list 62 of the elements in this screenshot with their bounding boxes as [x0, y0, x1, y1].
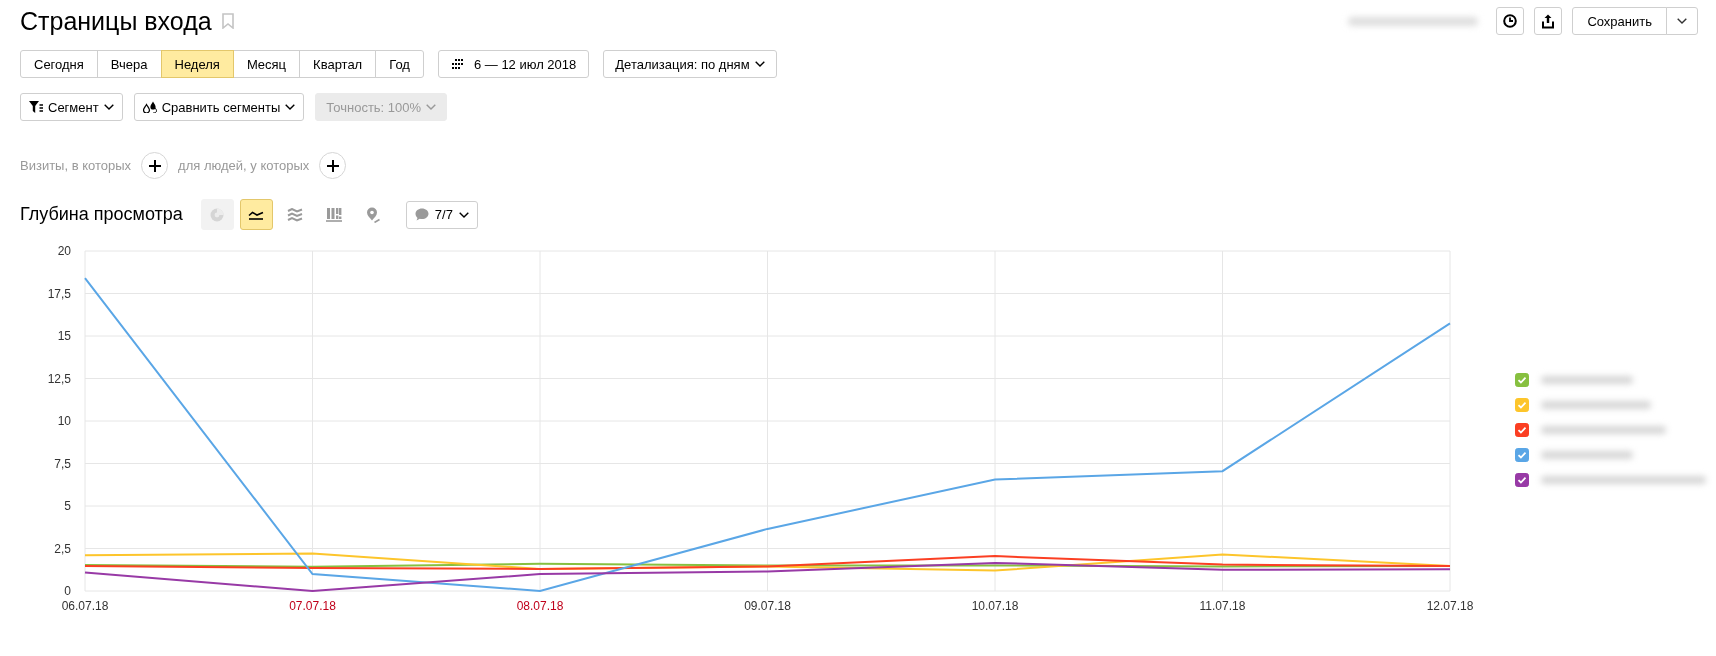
period-tab[interactable]: Год — [375, 50, 424, 78]
stacked-area-icon — [287, 207, 304, 222]
chevron-down-icon — [103, 104, 114, 110]
y-axis-label: 12,5 — [47, 371, 71, 386]
legend-checkbox[interactable] — [1515, 448, 1529, 462]
report-title: Глубина просмотра — [20, 204, 183, 225]
series-dropdown[interactable]: 7/7 — [405, 200, 478, 229]
period-tab[interactable]: Квартал — [299, 50, 377, 78]
legend-checkbox[interactable] — [1515, 473, 1529, 487]
y-axis-label: 15 — [57, 329, 71, 343]
period-tab[interactable]: Сегодня — [20, 50, 98, 78]
legend-checkbox[interactable] — [1515, 373, 1529, 387]
plus-icon — [148, 159, 161, 172]
save-menu-button[interactable] — [1666, 7, 1698, 35]
legend-checkbox[interactable] — [1515, 423, 1529, 437]
chevron-down-icon — [754, 61, 765, 67]
history-button[interactable] — [1496, 7, 1525, 35]
add-condition-button[interactable] — [141, 152, 169, 179]
period-tab[interactable]: Месяц — [232, 50, 301, 78]
chevron-down-icon — [426, 104, 437, 110]
chevron-down-icon — [1677, 18, 1687, 24]
x-axis-label: 06.07.18 — [61, 599, 109, 613]
share-button[interactable] — [1534, 7, 1563, 35]
x-axis-label: 11.07.18 — [1199, 599, 1246, 613]
compare-segments-button[interactable]: Сравнить сегменты — [133, 93, 305, 121]
y-axis-label: 5 — [64, 499, 71, 513]
y-axis-label: 2,5 — [54, 541, 71, 556]
y-axis-label: 20 — [57, 244, 71, 258]
speech-bubble-icon — [414, 208, 429, 221]
condition-label: Визиты, в которых — [20, 158, 132, 173]
bookmark-icon[interactable] — [221, 13, 234, 29]
detail-dropdown[interactable]: Детализация: по дням — [603, 50, 777, 78]
x-axis-label: 09.07.18 — [744, 599, 791, 613]
map-pin-icon — [366, 206, 381, 223]
y-axis-label: 0 — [64, 584, 71, 598]
filter-icon — [29, 101, 43, 113]
bar-chart-icon — [326, 207, 343, 222]
x-axis-label: 12.07.18 — [1426, 599, 1474, 613]
y-axis-label: 17,5 — [47, 286, 71, 301]
chevron-down-icon — [458, 211, 469, 218]
condition-label: для людей, у которых — [178, 158, 310, 173]
plus-icon — [326, 159, 339, 172]
line-chart-icon — [248, 209, 265, 220]
x-axis-label: 10.07.18 — [971, 599, 1019, 613]
share-icon — [1542, 13, 1555, 29]
y-axis-label: 10 — [57, 414, 71, 428]
pie-chart-icon — [210, 207, 225, 222]
y-axis-label: 7,5 — [54, 456, 71, 471]
x-axis-label: 07.07.18 — [289, 599, 336, 613]
page-title: Страницы входа — [20, 6, 212, 36]
date-range-button[interactable]: 6 — 12 июл 2018 — [437, 50, 590, 78]
add-condition-button[interactable] — [319, 152, 347, 179]
drops-icon — [142, 101, 157, 113]
save-button[interactable]: Сохранить — [1572, 7, 1667, 35]
chevron-down-icon — [285, 104, 296, 110]
calendar-grid-icon — [450, 59, 464, 69]
clock-icon — [1503, 14, 1518, 28]
segment-button[interactable]: Сегмент — [20, 93, 123, 121]
period-tab[interactable]: Неделя — [160, 50, 234, 78]
period-tab[interactable]: Вчера — [96, 50, 162, 78]
x-axis-label: 08.07.18 — [516, 599, 564, 613]
chart-type-button[interactable] — [239, 199, 273, 230]
